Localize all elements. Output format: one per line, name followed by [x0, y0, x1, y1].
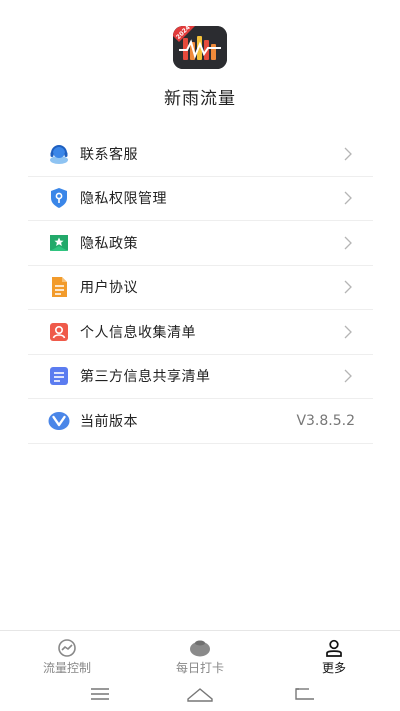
app-name: 新雨流量	[164, 89, 236, 109]
menu-item-label: 联系客服	[80, 146, 138, 163]
gauge-icon	[57, 639, 77, 661]
app-logo-icon: 2024	[173, 26, 227, 69]
list-doc-icon	[48, 365, 70, 387]
bookmark-star-icon	[48, 232, 70, 254]
system-navigation-bar	[0, 680, 400, 711]
menu-item-privacy-policy[interactable]: 隐私政策	[28, 221, 373, 266]
menu-item-label: 第三方信息共享清单	[80, 369, 211, 386]
menu-item-contact-support[interactable]: 联系客服	[28, 132, 373, 177]
shield-key-icon	[48, 187, 70, 209]
chevron-right-icon	[344, 280, 352, 294]
person-card-icon	[48, 321, 70, 343]
chevron-right-icon	[344, 369, 352, 383]
tab-daily-checkin[interactable]: 每日打卡	[150, 631, 250, 681]
chevron-right-icon	[344, 191, 352, 205]
tab-more[interactable]: 更多	[284, 631, 384, 681]
menu-item-label: 个人信息收集清单	[80, 324, 196, 341]
home-icon[interactable]	[186, 686, 214, 706]
tab-traffic-control[interactable]: 流量控制	[17, 631, 117, 681]
bottom-tab-bar: 流量控制 每日打卡 更多	[0, 630, 400, 680]
menu-icon[interactable]	[90, 686, 110, 705]
chevron-right-icon	[344, 325, 352, 339]
menu-item-current-version: 当前版本 V3.8.5.2	[28, 399, 373, 444]
app-header: 2024 新雨流量	[0, 0, 400, 125]
coin-pouch-icon	[189, 639, 211, 661]
headset-icon	[48, 143, 70, 165]
menu-item-user-agreement[interactable]: 用户协议	[28, 266, 373, 310]
menu-item-privacy-permissions[interactable]: 隐私权限管理	[28, 177, 373, 221]
settings-menu: 联系客服 隐私权限管理 隐私政策 用户协议 个人信息收集清单 第三方信息共享清单…	[28, 132, 373, 444]
menu-item-label: 隐私政策	[80, 235, 138, 252]
version-value: V3.8.5.2	[296, 412, 355, 429]
menu-item-personal-info-list[interactable]: 个人信息收集清单	[28, 310, 373, 355]
document-icon	[48, 276, 70, 298]
tab-label: 每日打卡	[175, 661, 224, 675]
chevron-right-icon	[344, 236, 352, 250]
menu-item-label: 当前版本	[80, 413, 138, 430]
person-icon	[325, 639, 343, 661]
menu-item-label: 隐私权限管理	[80, 191, 167, 208]
menu-item-third-party-sharing-list[interactable]: 第三方信息共享清单	[28, 355, 373, 399]
back-icon[interactable]	[295, 686, 315, 705]
tab-label: 流量控制	[42, 661, 91, 675]
menu-item-label: 用户协议	[80, 280, 138, 297]
tab-label: 更多	[321, 661, 346, 675]
chevron-right-icon	[344, 147, 352, 161]
version-v-icon	[48, 410, 70, 432]
